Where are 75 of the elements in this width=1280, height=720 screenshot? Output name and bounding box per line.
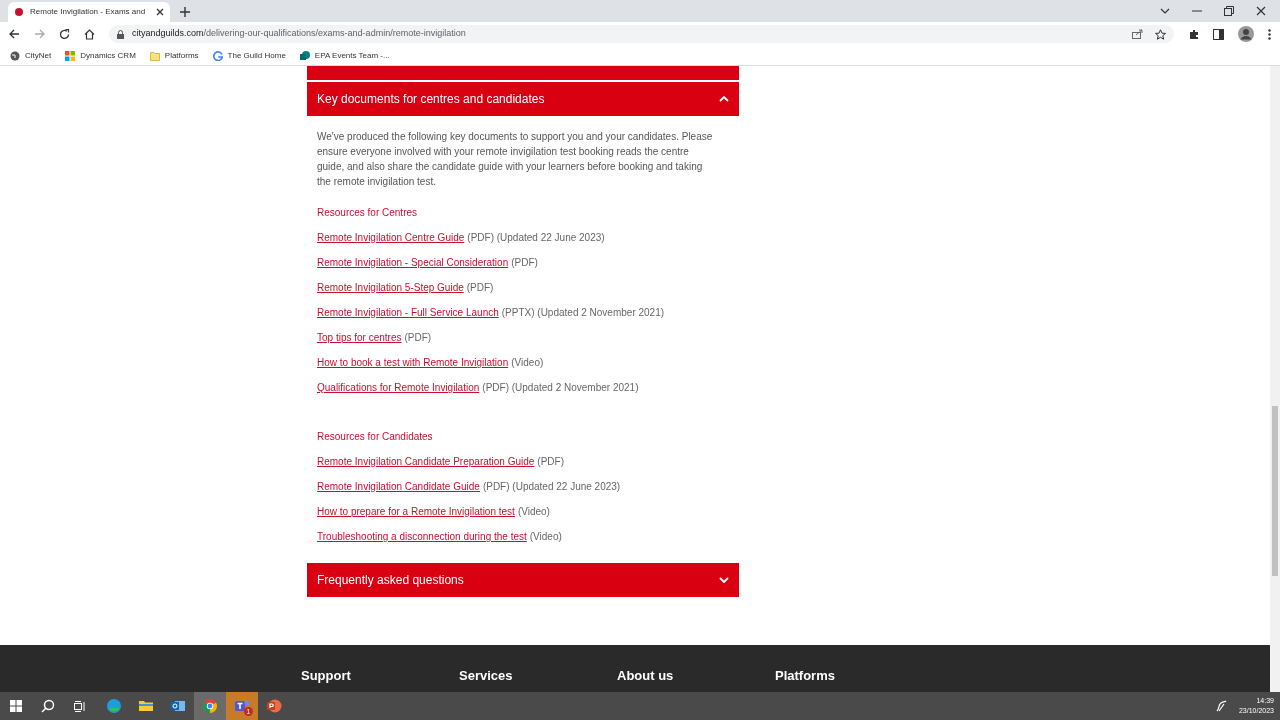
side-panel-icon[interactable] [1213,28,1224,40]
chevron-up-icon [719,96,729,102]
address-bar[interactable]: cityandguilds.com/delivering-our-qualifications/exams-and-admin/remote-invigilation [109,25,1174,43]
folder-icon [138,698,154,714]
footer-heading: About us [617,667,675,685]
globe-icon [10,50,20,61]
bookmark[interactable]: Dynamics CRM [65,49,136,62]
taskbar-app[interactable] [194,692,226,720]
puzzle-icon[interactable] [1188,28,1199,40]
file-info: (Video) [529,530,562,544]
bookmark[interactable]: CityNet [10,49,52,62]
document-link[interactable]: Remote Invigilation Candidate Guide [317,479,480,494]
avatar-icon[interactable] [1238,26,1254,42]
chevron-down-icon[interactable] [1160,8,1170,14]
slides-icon [266,698,282,714]
tab-title: Remote Invigilation - Exams and [30,6,147,18]
file-info: (PDF) (Updated 22 June 2023) [482,480,621,494]
url-text: cityandguilds.com/delivering-our-qualifications/exams-and-admin/remote-invigilation [132,27,466,41]
document-link[interactable]: Remote Invigilation Centre Guide [317,230,465,245]
folder-icon [149,50,160,61]
document-link[interactable]: Troubleshooting a disconnection during the test [317,529,527,544]
document-link[interactable]: Remote Invigilation - Special Consideration [317,255,509,270]
scrollbar[interactable] [1270,66,1280,692]
document-link[interactable]: Remote Invigilation - Full Service Launch [317,305,499,320]
reload-icon[interactable] [59,28,70,40]
windows-start-icon[interactable] [10,700,22,712]
browser-tab[interactable]: Remote Invigilation - Exams and [8,2,170,22]
bookmark[interactable]: The Guild Home [212,49,286,62]
pen-icon[interactable] [1214,700,1227,712]
footer-heading: Services [459,667,514,685]
file-info: (PPTX) (Updated 2 November 2021) [501,306,665,320]
bookmark[interactable]: EPA Events Team -... [299,49,390,62]
file-info: (PDF) [466,281,494,295]
star-icon[interactable] [1155,28,1166,40]
site-favicon-icon [14,7,24,17]
home-icon[interactable] [84,28,95,40]
back-icon[interactable] [9,29,20,39]
chevron-down-icon [719,577,729,583]
section-heading: Resources for Candidates [317,430,434,444]
edge-icon [106,698,122,714]
bookmark[interactable]: Platforms [149,49,199,62]
restore-icon[interactable] [1224,6,1234,16]
file-info: (PDF) [404,331,432,345]
file-info: (PDF) (Updated 2 November 2021) [482,381,639,395]
share-icon[interactable] [1132,29,1143,39]
site-icon [299,50,310,61]
close-icon[interactable] [1256,6,1266,16]
document-link[interactable]: Remote Invigilation Candidate Preparation Guide [317,454,535,469]
letter-g-icon [212,50,223,61]
people-icon [234,698,250,714]
section-heading: Resources for Centres [317,206,419,220]
intro-paragraph: We've produced the following key documents to support you and your candidates. Please ensure everyone involved with your remote invigilation test booking reads the centre guide, and also share the candidate guide with your learners before booking and taking the remote invigilation test. [317,130,713,189]
task-view-icon[interactable] [74,700,86,712]
close-icon[interactable] [156,8,164,16]
tiles-icon [65,50,76,61]
document-link[interactable]: Top tips for centres [317,330,402,345]
file-info: (PDF) [511,256,538,270]
chrome-icon [202,698,218,714]
footer-heading: Platforms [775,667,836,685]
document-link[interactable]: Remote Invigilation 5-Step Guide [317,280,464,295]
file-info: (PDF) (Updated 22 June 2023) [467,231,605,245]
lock-icon [117,29,124,39]
document-link[interactable]: How to prepare for a Remote Invigilation test [317,504,515,519]
mail-icon [170,698,186,714]
file-info: (PDF) [537,455,565,469]
accordion-header[interactable]: Key documents for centres and candidates [307,82,739,116]
new-tab-icon[interactable] [180,7,190,17]
file-info: (Video) [517,505,550,519]
menu-icon[interactable] [1268,28,1271,40]
document-link[interactable]: How to book a test with Remote Invigilation [317,355,509,370]
search-icon[interactable] [41,699,55,713]
document-link[interactable]: Qualifications for Remote Invigilation [317,380,480,395]
file-info: (Video) [511,356,544,370]
accordion-header[interactable]: Frequently asked questions [307,563,739,597]
footer-heading: Support [301,667,352,685]
